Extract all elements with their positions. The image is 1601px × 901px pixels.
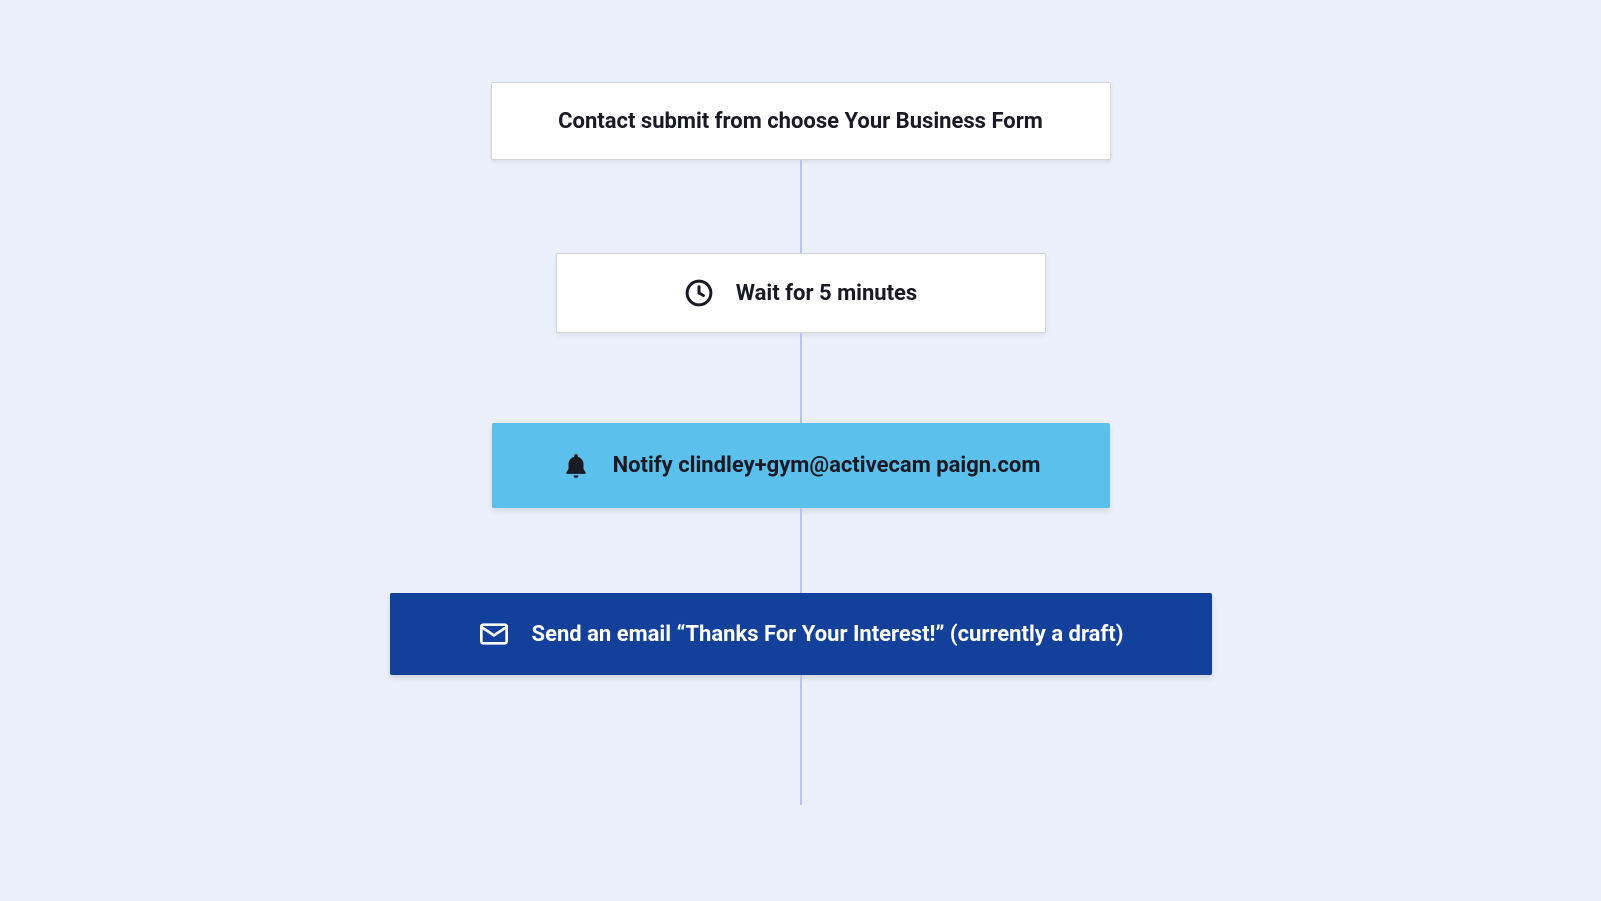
send-email-node[interactable]: Send an email “Thanks For Your Interest!… (390, 593, 1212, 675)
flow-connector (800, 675, 802, 805)
clock-icon (684, 278, 714, 308)
bell-icon (561, 451, 591, 481)
flow-connector (800, 160, 802, 253)
envelope-icon (478, 618, 510, 650)
wait-node[interactable]: Wait for 5 minutes (556, 253, 1046, 333)
trigger-label: Contact submit from choose Your Business… (558, 109, 1043, 134)
automation-flow: Contact submit from choose Your Business… (390, 82, 1212, 901)
email-label: Send an email “Thanks For Your Interest!… (532, 622, 1124, 647)
notify-node[interactable]: Notify clindley+gym@activecam paign.com (492, 423, 1110, 508)
flow-connector (800, 333, 802, 423)
flow-connector (800, 508, 802, 593)
wait-label: Wait for 5 minutes (736, 281, 917, 306)
trigger-node[interactable]: Contact submit from choose Your Business… (491, 82, 1111, 160)
notify-label: Notify clindley+gym@activecam paign.com (613, 453, 1041, 478)
